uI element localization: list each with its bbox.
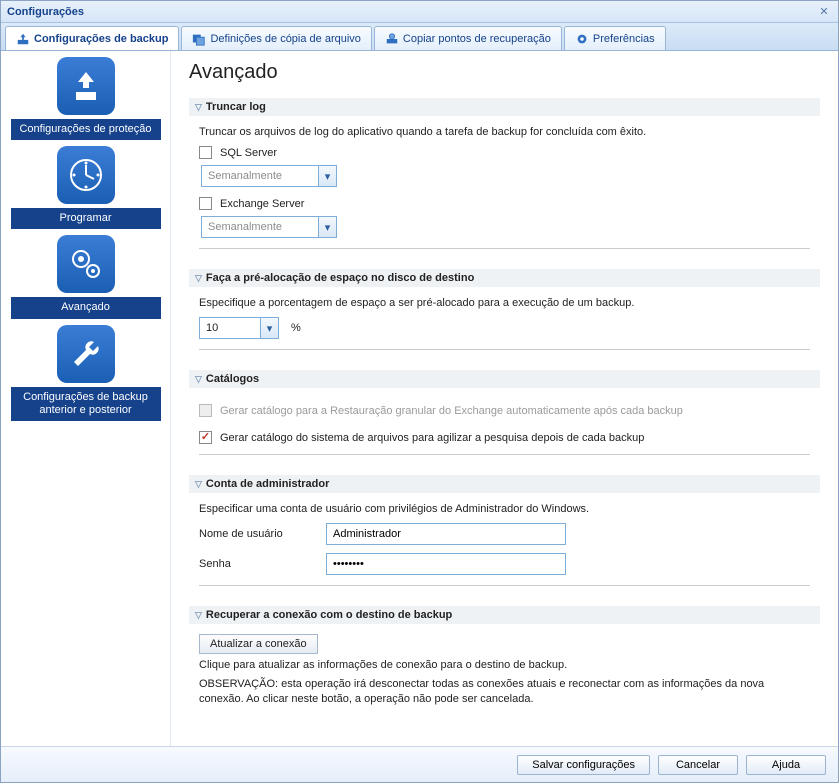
tab-recovery-points[interactable]: Copiar pontos de recuperação (374, 26, 562, 50)
password-input[interactable] (326, 553, 566, 575)
chevron-down-icon: ▽ (195, 479, 202, 490)
wrench-icon (57, 325, 115, 383)
sidebar-item-label: Avançado (11, 297, 161, 318)
clock-icon (57, 146, 115, 204)
section-heading[interactable]: ▽ Faça a pré-alocação de espaço no disco … (189, 269, 820, 287)
download-disk-icon (57, 57, 115, 115)
recover-note1: Clique para atualizar as informações de … (199, 658, 810, 673)
truncate-desc: Truncar os arquivos de log do aplicativo… (199, 126, 810, 138)
section-title: Catálogos (206, 373, 259, 385)
chevron-down-icon[interactable]: ▾ (260, 318, 278, 338)
tab-label: Definições de cópia de arquivo (210, 33, 360, 45)
sql-frequency-value[interactable] (202, 166, 318, 186)
gear-icon (575, 32, 589, 46)
section-title: Truncar log (206, 101, 266, 113)
catalog-filesystem-checkbox[interactable] (199, 431, 212, 444)
chevron-down-icon: ▽ (195, 273, 202, 284)
section-catalogs: ▽ Catálogos Gerar catálogo para a Restaur… (189, 370, 820, 457)
sidebar-item-label: Configurações de backup anterior e poste… (11, 387, 161, 421)
prealloc-select[interactable]: ▾ (199, 317, 279, 339)
update-connection-button[interactable]: Atualizar a conexão (199, 634, 318, 654)
sidebar-item-advanced[interactable]: Avançado (7, 235, 164, 318)
titlebar: Configurações ✕ (1, 1, 838, 23)
disk-point-icon (385, 32, 399, 46)
sql-server-checkbox[interactable] (199, 146, 212, 159)
catalog-filesystem-label: Gerar catálogo do sistema de arquivos pa… (220, 432, 644, 444)
section-heading[interactable]: ▽ Conta de administrador (189, 475, 820, 493)
password-label: Senha (199, 558, 314, 570)
sidebar-item-protection[interactable]: Configurações de proteção (7, 57, 164, 140)
exchange-frequency-select[interactable]: ▾ (201, 216, 337, 238)
username-label: Nome de usuário (199, 528, 314, 540)
close-icon[interactable]: ✕ (816, 4, 832, 20)
exchange-server-label: Exchange Server (220, 198, 304, 210)
chevron-down-icon: ▽ (195, 374, 202, 385)
window-title: Configurações (7, 6, 84, 18)
catalog-exchange-label: Gerar catálogo para a Restauração granul… (220, 405, 683, 417)
chevron-down-icon[interactable]: ▾ (318, 166, 336, 186)
divider (199, 585, 810, 586)
admin-desc: Especificar uma conta de usuário com pri… (199, 503, 810, 515)
prealloc-unit: % (291, 322, 301, 334)
gears-icon (57, 235, 115, 293)
sidebar: Configurações de proteção Programar Avan… (1, 51, 171, 746)
chevron-down-icon: ▽ (195, 102, 202, 113)
sidebar-item-label: Programar (11, 208, 161, 229)
prealloc-desc: Especifique a porcentagem de espaço a se… (199, 297, 810, 309)
section-truncate-log: ▽ Truncar log Truncar os arquivos de log … (189, 98, 820, 251)
tab-label: Copiar pontos de recuperação (403, 33, 551, 45)
section-title: Conta de administrador (206, 478, 329, 490)
section-title: Faça a pré-alocação de espaço no disco d… (206, 272, 474, 284)
chevron-down-icon[interactable]: ▾ (318, 217, 336, 237)
sidebar-item-schedule[interactable]: Programar (7, 146, 164, 229)
section-preallocate: ▽ Faça a pré-alocação de espaço no disco … (189, 269, 820, 352)
tab-label: Preferências (593, 33, 655, 45)
sidebar-item-prepost[interactable]: Configurações de backup anterior e poste… (7, 325, 164, 421)
content-area[interactable]: Avançado ▽ Truncar log Truncar os arquivo… (171, 51, 838, 746)
catalog-exchange-checkbox (199, 404, 212, 417)
disk-arrow-icon (16, 32, 30, 46)
prealloc-value[interactable] (200, 318, 260, 338)
section-heading[interactable]: ▽ Catálogos (189, 370, 820, 388)
cancel-button[interactable]: Cancelar (658, 755, 738, 775)
exchange-server-checkbox[interactable] (199, 197, 212, 210)
section-admin-account: ▽ Conta de administrador Especificar uma … (189, 475, 820, 588)
chevron-down-icon: ▽ (195, 610, 202, 621)
section-heading[interactable]: ▽ Truncar log (189, 98, 820, 116)
section-heading[interactable]: ▽ Recuperar a conexão com o destino de ba… (189, 606, 820, 624)
tab-file-copy[interactable]: Definições de cópia de arquivo (181, 26, 371, 50)
tab-label: Configurações de backup (34, 33, 168, 45)
page-title: Avançado (189, 61, 820, 84)
sidebar-item-label: Configurações de proteção (11, 119, 161, 140)
sql-server-label: SQL Server (220, 147, 277, 159)
help-button[interactable]: Ajuda (746, 755, 826, 775)
tab-preferences[interactable]: Preferências (564, 26, 666, 50)
save-button[interactable]: Salvar configurações (517, 755, 650, 775)
tab-backup-settings[interactable]: Configurações de backup (5, 26, 179, 50)
section-recover-connection: ▽ Recuperar a conexão com o destino de ba… (189, 606, 820, 709)
divider (199, 349, 810, 350)
footer: Salvar configurações Cancelar Ajuda (1, 746, 838, 782)
sql-frequency-select[interactable]: ▾ (201, 165, 337, 187)
divider (199, 248, 810, 249)
divider (199, 454, 810, 455)
recover-note2: OBSERVAÇÃO: esta operação irá desconecta… (199, 677, 810, 707)
username-input[interactable] (326, 523, 566, 545)
tabstrip: Configurações de backup Definições de có… (1, 23, 838, 51)
exchange-frequency-value[interactable] (202, 217, 318, 237)
section-title: Recuperar a conexão com o destino de bac… (206, 609, 452, 621)
disk-copy-icon (192, 32, 206, 46)
